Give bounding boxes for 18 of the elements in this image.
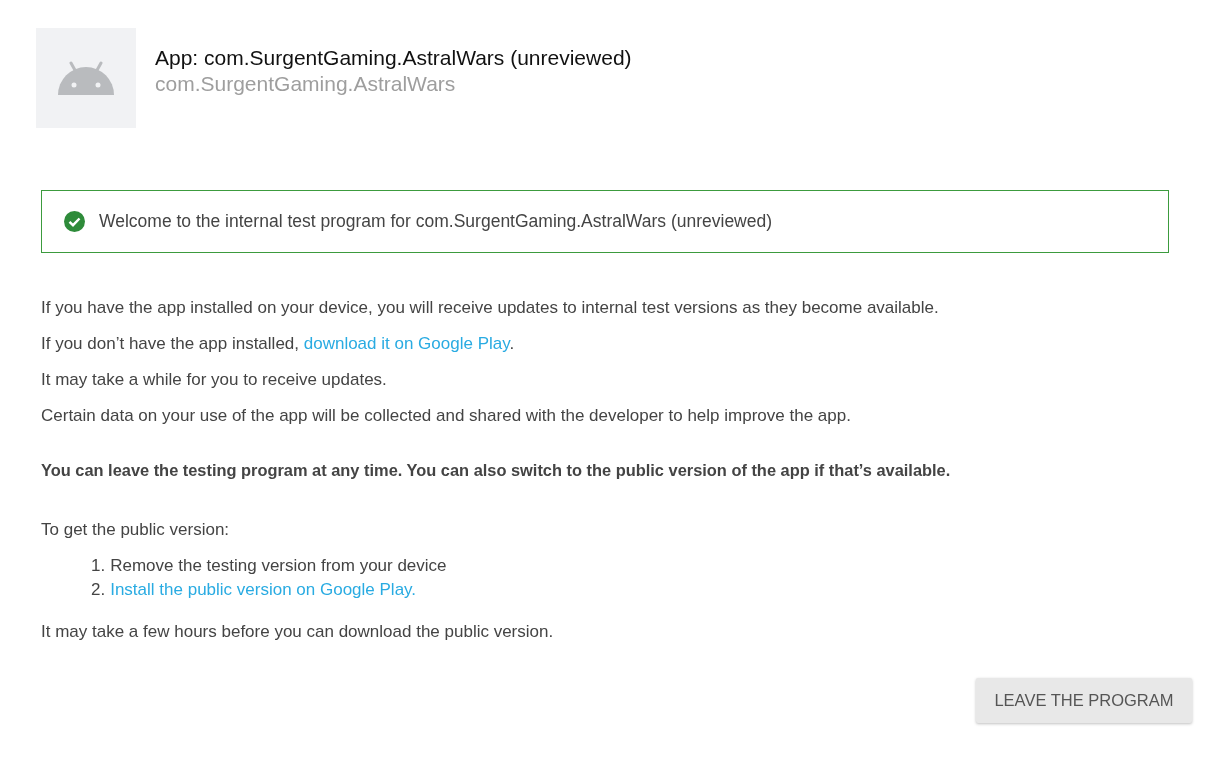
check-circle-icon (64, 211, 85, 232)
notice-text: You can leave the testing program at any time. You can also switch to the public version of the app if that’s available. (41, 460, 952, 480)
step-text: Remove the testing version from your device (110, 555, 447, 577)
footer-text: It may take a few hours before you can download the public version. (41, 622, 555, 642)
package-name: com.SurgentGaming.AstralWars (155, 72, 457, 96)
android-robot-icon (57, 61, 115, 95)
paragraph: If you have the app installed on your device, you will receive updates to internal test versions as they become available. (41, 298, 940, 318)
google-play-link[interactable]: download it on Google Play (303, 334, 510, 353)
paragraph: Certain data on your use of the app will be collected and shared with the developer to help improve the app. (41, 406, 852, 426)
paragraph: If you don’t have the app installed, download it on Google Play. (41, 334, 516, 354)
app-title: App: com.SurgentGaming.AstralWars (unreviewed) (155, 46, 632, 70)
leave-program-button[interactable]: LEAVE THE PROGRAM (976, 678, 1192, 723)
steps-intro: To get the public version: (41, 520, 231, 540)
paragraph: It may take a while for you to receive updates. (41, 370, 388, 390)
step-number: 1. (91, 555, 106, 577)
google-play-link[interactable]: Install the public version on Google Play. (110, 578, 417, 602)
welcome-message: Welcome to the internal test program for com.SurgentGaming.AstralWars (unreviewed) (99, 211, 773, 232)
step-number: 2. (91, 579, 106, 601)
